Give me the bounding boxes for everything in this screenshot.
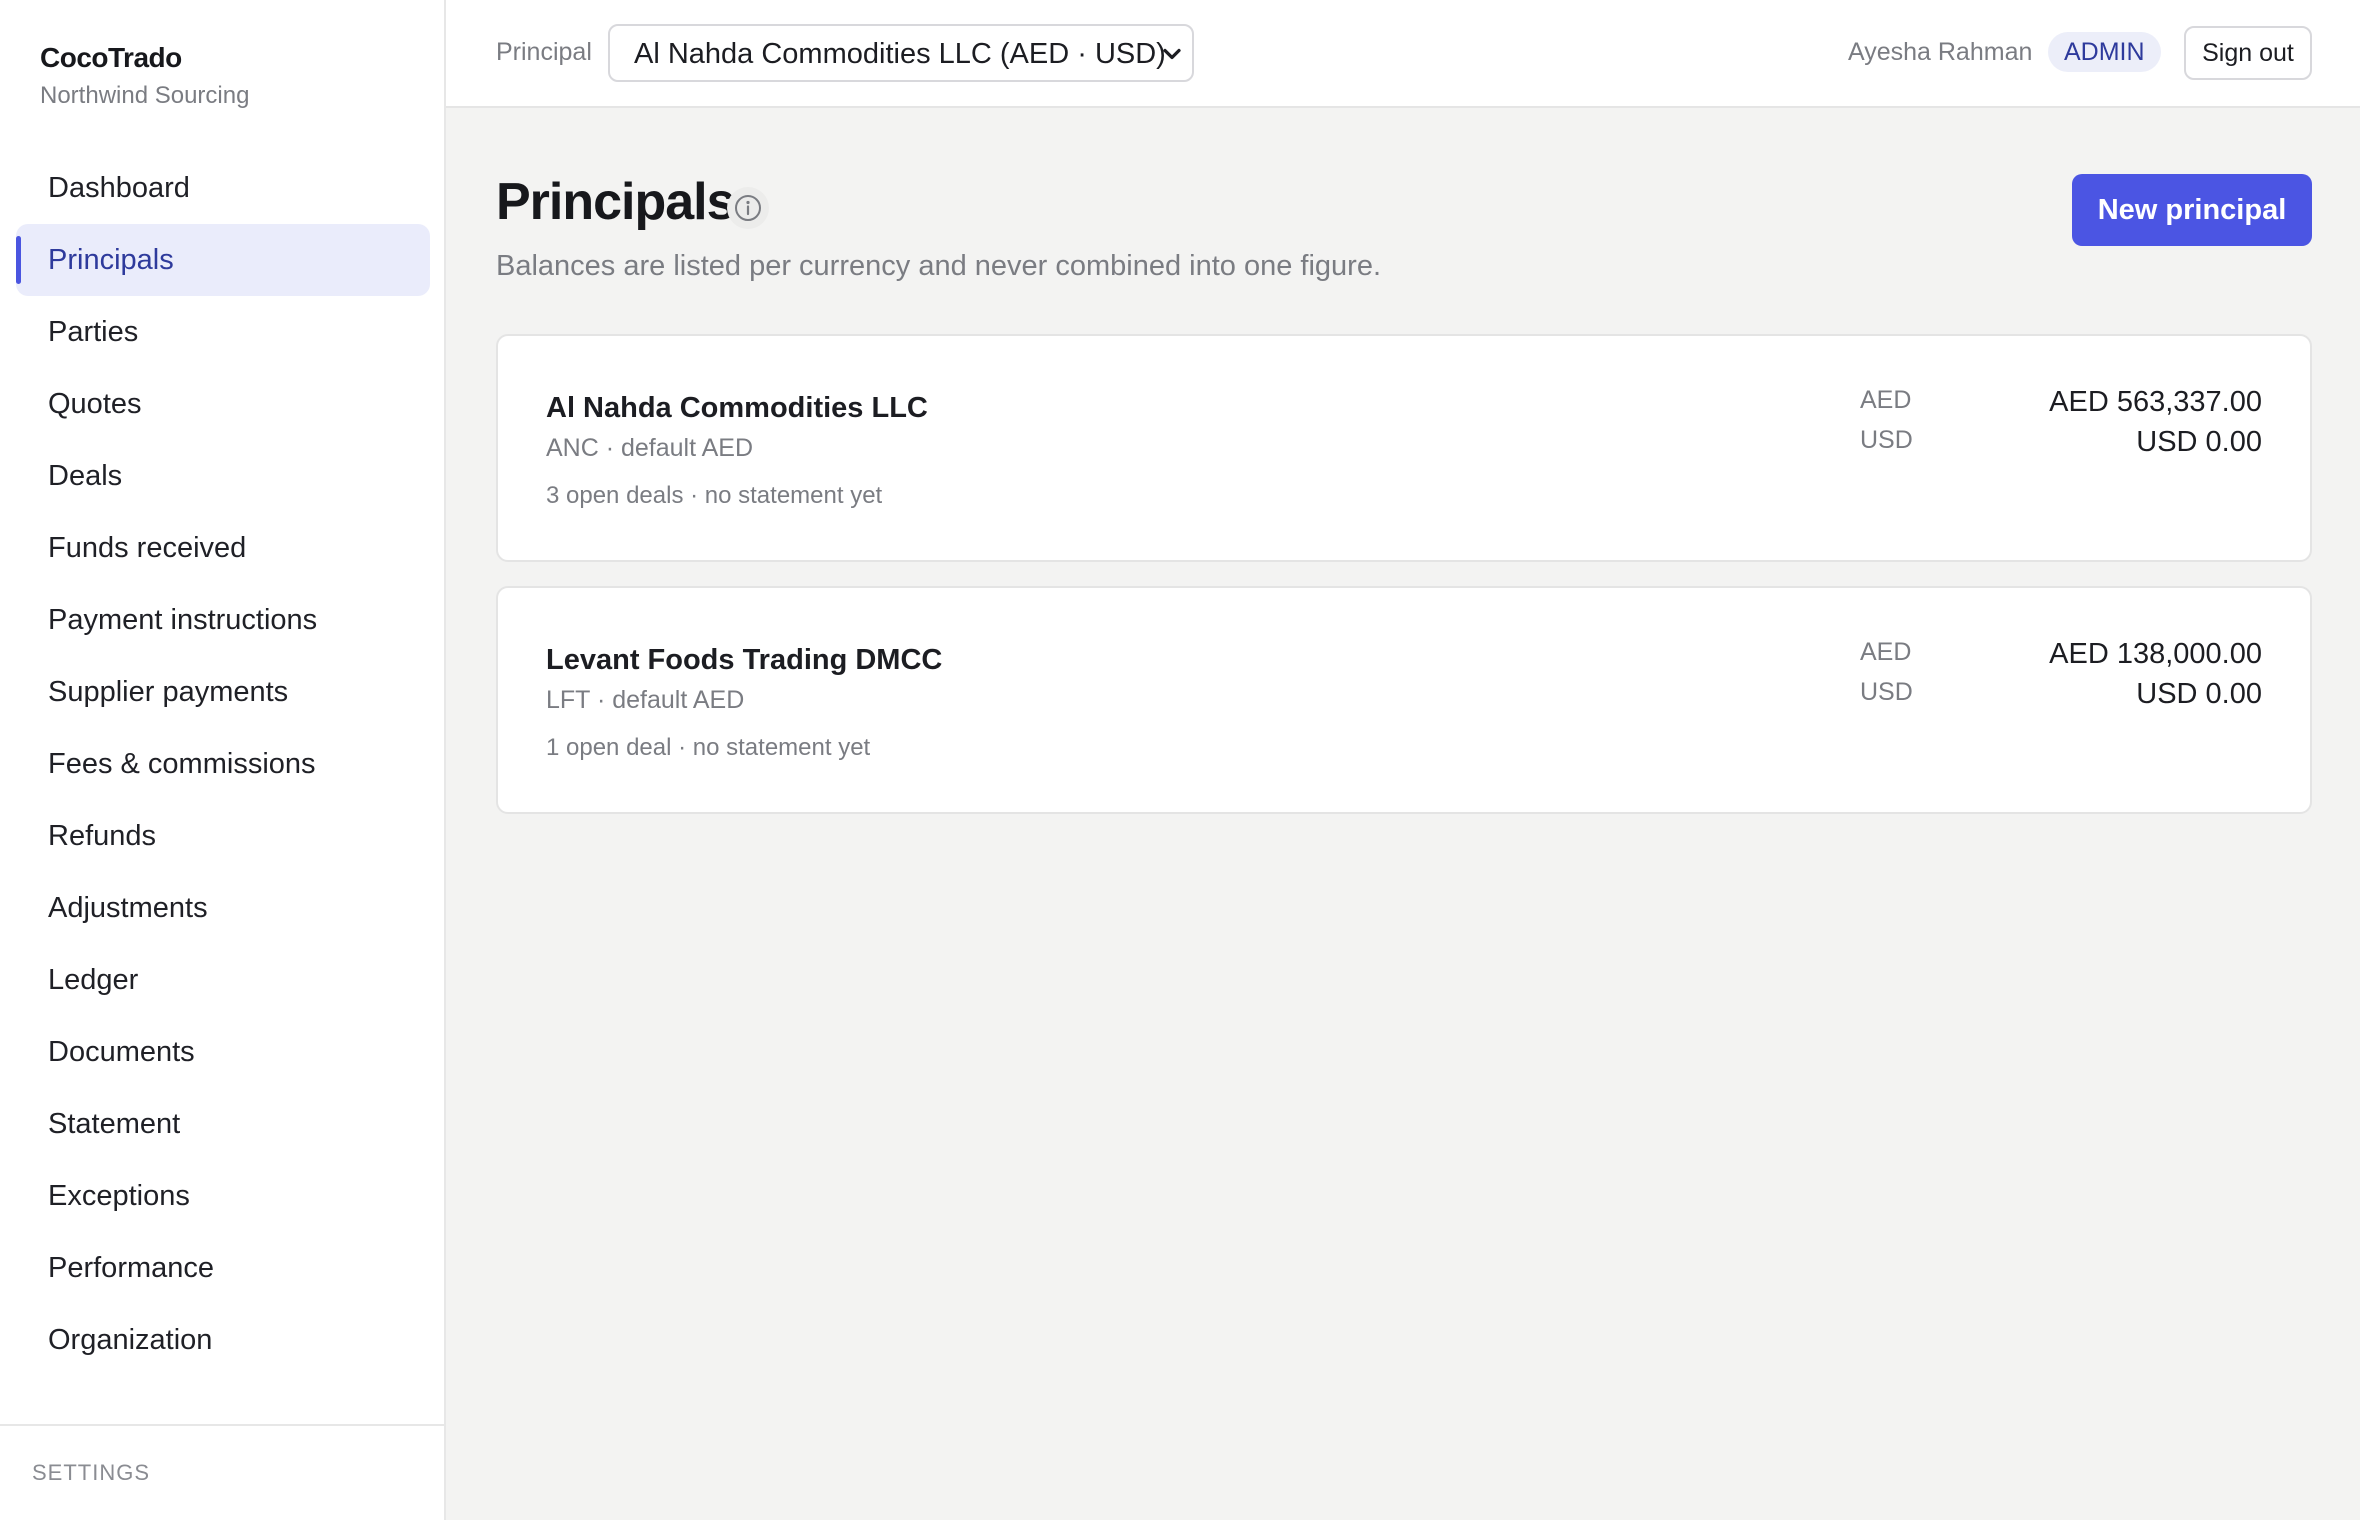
principal-code: LFT · default AED bbox=[546, 686, 745, 714]
balance-currency-label: AED bbox=[1860, 386, 1912, 414]
sidebar-item-organization[interactable]: Organization bbox=[16, 1304, 430, 1376]
sidebar-item-principals[interactable]: Principals bbox=[16, 224, 430, 296]
principal-card[interactable]: Levant Foods Trading DMCC LFT · default … bbox=[496, 586, 2312, 814]
principal-select-value: Al Nahda Commodities LLC (AED · USD) bbox=[634, 38, 1166, 70]
sidebar-item-dashboard[interactable]: Dashboard bbox=[16, 152, 430, 224]
chevron-down-icon bbox=[1163, 48, 1181, 60]
principal-status: 1 open deal · no statement yet bbox=[546, 734, 871, 761]
sidebar-item-statement[interactable]: Statement bbox=[16, 1088, 430, 1160]
app: CocoTrado Northwind Sourcing Dashboard P… bbox=[0, 0, 2360, 1520]
sidebar-item-fees-commissions[interactable]: Fees & commissions bbox=[16, 728, 430, 800]
sidebar-item-quotes[interactable]: Quotes bbox=[16, 368, 430, 440]
brand-name: CocoTrado bbox=[40, 42, 182, 73]
sidebar-item-adjustments[interactable]: Adjustments bbox=[16, 872, 430, 944]
balance-amount: USD 0.00 bbox=[2136, 426, 2262, 458]
page-title: Principals bbox=[496, 173, 736, 231]
sidebar: CocoTrado Northwind Sourcing Dashboard P… bbox=[0, 0, 446, 1520]
info-icon[interactable] bbox=[726, 186, 770, 230]
sign-out-button[interactable]: Sign out bbox=[2184, 26, 2312, 80]
sidebar-divider bbox=[0, 1424, 444, 1426]
role-badge: ADMIN bbox=[2048, 32, 2161, 72]
balance-amount: AED 138,000.00 bbox=[2049, 638, 2262, 670]
balance-amount: AED 563,337.00 bbox=[2049, 386, 2262, 418]
sidebar-item-ledger[interactable]: Ledger bbox=[16, 944, 430, 1016]
sidebar-item-documents[interactable]: Documents bbox=[16, 1016, 430, 1088]
sidebar-item-supplier-payments[interactable]: Supplier payments bbox=[16, 656, 430, 728]
sidebar-item-funds-received[interactable]: Funds received bbox=[16, 512, 430, 584]
principal-select-label: Principal bbox=[496, 38, 592, 66]
balance-currency-label: USD bbox=[1860, 426, 1913, 454]
sidebar-item-performance[interactable]: Performance bbox=[16, 1232, 430, 1304]
brand: CocoTrado Northwind Sourcing bbox=[40, 42, 249, 110]
balance-currency-label: USD bbox=[1860, 678, 1913, 706]
sidebar-item-deals[interactable]: Deals bbox=[16, 440, 430, 512]
principal-name: Al Nahda Commodities LLC bbox=[546, 392, 928, 424]
principal-name: Levant Foods Trading DMCC bbox=[546, 644, 943, 676]
sidebar-item-parties[interactable]: Parties bbox=[16, 296, 430, 368]
sidebar-item-exceptions[interactable]: Exceptions bbox=[16, 1160, 430, 1232]
sidebar-item-refunds[interactable]: Refunds bbox=[16, 800, 430, 872]
balance-currency-label: AED bbox=[1860, 638, 1912, 666]
current-user-name: Ayesha Rahman bbox=[1848, 38, 2033, 66]
new-principal-button[interactable]: New principal bbox=[2072, 174, 2312, 246]
sidebar-item-payment-instructions[interactable]: Payment instructions bbox=[16, 584, 430, 656]
organization-name: Northwind Sourcing bbox=[40, 82, 250, 109]
principal-select[interactable]: Al Nahda Commodities LLC (AED · USD) bbox=[608, 24, 1194, 82]
principal-code: ANC · default AED bbox=[546, 434, 754, 462]
settings-section-label: SETTINGS bbox=[32, 1460, 151, 1485]
top-bar: Principal Al Nahda Commodities LLC (AED … bbox=[446, 0, 2360, 108]
balance-amount: USD 0.00 bbox=[2136, 678, 2262, 710]
principal-card[interactable]: Al Nahda Commodities LLC ANC · default A… bbox=[496, 334, 2312, 562]
principal-status: 3 open deals · no statement yet bbox=[546, 482, 883, 509]
sidebar-nav: Dashboard Principals Parties Quotes Deal… bbox=[16, 152, 430, 1376]
page-subtitle: Balances are listed per currency and nev… bbox=[496, 250, 1382, 282]
